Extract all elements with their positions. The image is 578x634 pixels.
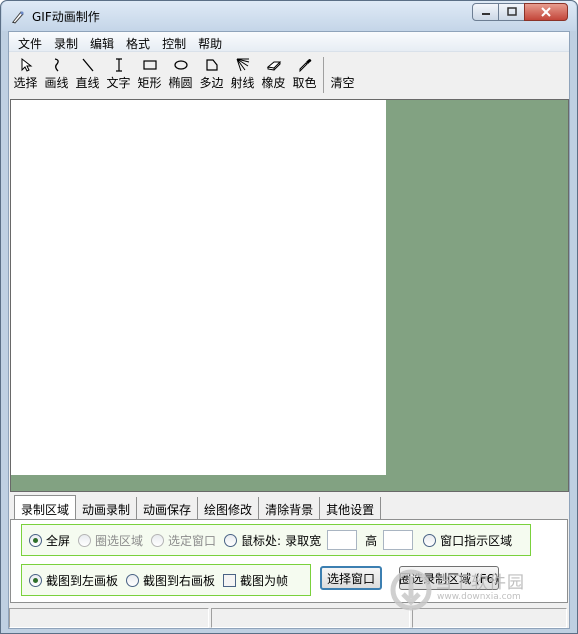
tool-clear[interactable]: 清空 — [327, 53, 358, 97]
window-controls — [472, 3, 568, 21]
record-height-label: 高 — [365, 533, 378, 548]
tool-eyedropper[interactable]: 取色 — [289, 53, 320, 97]
cursor-icon — [21, 57, 32, 72]
menu-format[interactable]: 格式 — [120, 32, 156, 52]
tab-animation-record[interactable]: 动画录制 — [76, 497, 138, 519]
minimize-button[interactable] — [472, 3, 499, 21]
record-width-label: 录取宽 — [285, 533, 322, 548]
app-icon — [12, 11, 24, 24]
menu-edit[interactable]: 编辑 — [84, 32, 120, 52]
eyedropper-icon — [299, 59, 311, 73]
tool-label: 射线 — [230, 76, 255, 90]
tab-drawing-edit[interactable]: 绘图修改 — [198, 497, 260, 519]
capture-left-radio[interactable]: 截图到左画板 — [29, 572, 118, 589]
record-height-input[interactable] — [383, 530, 414, 550]
tool-rays[interactable]: 射线 — [227, 53, 258, 97]
tool-eraser[interactable]: 橡皮 — [258, 53, 289, 97]
circle-record-region-button[interactable]: 圈选录制区域 (F6) — [399, 566, 499, 590]
tab-other-settings[interactable]: 其他设置 — [320, 497, 382, 519]
client-area: 文件 录制 编辑 格式 控制 帮助 选择 画线 直线 文字 矩形 椭圆 多边 射… — [8, 31, 570, 629]
tool-label: 文字 — [106, 76, 131, 90]
tab-clear-background[interactable]: 清除背景 — [259, 497, 321, 519]
close-button[interactable] — [524, 3, 568, 21]
tool-label: 矩形 — [137, 76, 162, 90]
status-pane — [9, 608, 210, 628]
mouse-position-label: 鼠标处: — [241, 533, 282, 548]
drawing-toolbar: 选择 画线 直线 文字 矩形 椭圆 多边 射线 橡皮 取色 清空 — [9, 53, 569, 99]
rays-icon — [236, 58, 249, 72]
drawing-board[interactable] — [11, 100, 386, 475]
tool-label: 橡皮 — [261, 76, 286, 90]
tool-label: 取色 — [292, 76, 317, 90]
tool-line[interactable]: 直线 — [72, 53, 103, 97]
tab-record-region[interactable]: 录制区域 — [14, 495, 77, 519]
tool-rectangle[interactable]: 矩形 — [134, 53, 165, 97]
tool-text[interactable]: 文字 — [103, 53, 134, 97]
menu-bar: 文件 录制 编辑 格式 控制 帮助 — [9, 32, 569, 52]
capture-right-radio[interactable]: 截图到右画板 — [126, 572, 215, 589]
maximize-icon — [506, 7, 517, 16]
record-region-panel: 全屏 圈选区域 选定窗口 鼠标处: 录取宽 高 窗口指示区域 截图到左画板 截图… — [10, 519, 568, 603]
tool-label: 画线 — [44, 76, 69, 90]
region-options-group: 全屏 圈选区域 选定窗口 鼠标处: 录取宽 高 窗口指示区域 — [21, 524, 531, 556]
curve-icon — [54, 58, 59, 72]
tool-label: 椭圆 — [168, 76, 193, 90]
window-indicator-label: 窗口指示区域 — [440, 533, 513, 548]
app-window: GIF动画制作 文件 录制 编辑 格式 控制 帮助 选择 画线 直线 文字 矩形… — [0, 0, 578, 634]
radio-indicator — [29, 533, 42, 547]
line-icon — [82, 58, 93, 72]
mouse-position-radio[interactable]: 鼠标处: — [224, 532, 281, 549]
select-window-radio[interactable]: 选定窗口 — [151, 532, 216, 549]
toolbar-separator — [323, 57, 324, 93]
select-window-button[interactable]: 选择窗口 — [320, 566, 382, 590]
tool-ellipse[interactable]: 椭圆 — [165, 53, 196, 97]
tool-label: 直线 — [75, 76, 100, 90]
text-cursor-icon — [115, 58, 122, 72]
tool-label: 选择 — [13, 76, 38, 90]
menu-file[interactable]: 文件 — [12, 32, 48, 52]
menu-help[interactable]: 帮助 — [192, 32, 228, 52]
window-indicator-radio[interactable]: 窗口指示区域 — [423, 532, 512, 549]
select-window-label: 选定窗口 — [168, 533, 217, 548]
settings-tabs: 录制区域 动画录制 动画保存 绘图修改 清除背景 其他设置 — [10, 495, 570, 519]
status-pane — [411, 608, 567, 628]
status-pane — [211, 608, 410, 628]
record-width-input[interactable] — [327, 530, 358, 550]
rectangle-icon — [142, 60, 157, 70]
tool-freehand[interactable]: 画线 — [41, 53, 72, 97]
tool-label: 多边 — [199, 76, 224, 90]
menu-control[interactable]: 控制 — [156, 32, 192, 52]
fullscreen-label: 全屏 — [46, 533, 71, 548]
close-icon — [541, 7, 551, 17]
menu-record[interactable]: 录制 — [48, 32, 84, 52]
radio-indicator — [78, 533, 92, 547]
polygon-icon — [205, 59, 218, 71]
radio-indicator — [151, 533, 165, 547]
clear-label: 清空 — [330, 76, 355, 90]
radio-indicator — [224, 533, 238, 547]
eraser-icon — [266, 61, 281, 71]
maximize-button[interactable] — [498, 3, 525, 21]
capture-as-frame-checkbox[interactable]: 截图为帧 — [223, 572, 288, 589]
capture-options-group: 截图到左画板 截图到右画板 截图为帧 — [21, 564, 311, 596]
tool-select[interactable]: 选择 — [10, 53, 41, 97]
capture-as-frame-label: 截图为帧 — [240, 573, 289, 588]
minimize-icon — [481, 13, 490, 15]
window-title: GIF动画制作 — [32, 10, 100, 24]
checkbox-indicator — [223, 573, 237, 587]
tool-polygon[interactable]: 多边 — [196, 53, 227, 97]
fullscreen-radio[interactable]: 全屏 — [29, 532, 70, 549]
status-bar — [9, 607, 569, 629]
circle-region-radio[interactable]: 圈选区域 — [78, 532, 143, 549]
ellipse-icon — [173, 60, 188, 70]
title-bar: GIF动画制作 — [2, 1, 576, 31]
drawing-canvas-area[interactable] — [10, 99, 569, 492]
circle-region-label: 圈选区域 — [95, 533, 144, 548]
radio-indicator — [126, 573, 140, 587]
radio-indicator — [29, 573, 42, 587]
capture-right-label: 截图到右画板 — [143, 573, 216, 588]
radio-indicator — [423, 533, 437, 547]
capture-left-label: 截图到左画板 — [46, 573, 119, 588]
tab-animation-save[interactable]: 动画保存 — [137, 497, 199, 519]
